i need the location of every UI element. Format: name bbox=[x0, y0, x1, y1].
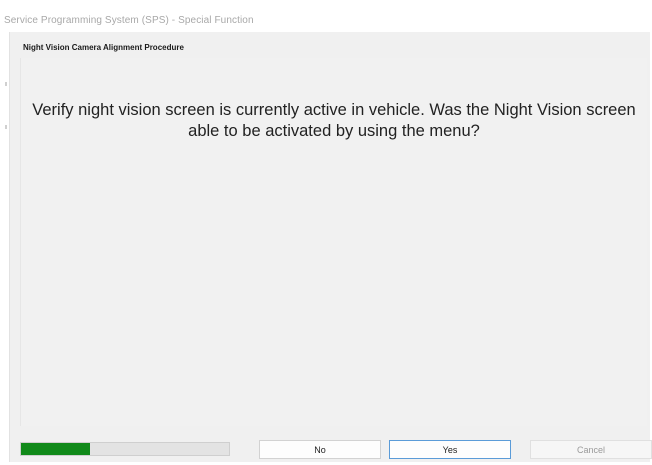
title-bar: Service Programming System (SPS) - Speci… bbox=[0, 0, 652, 32]
footer-bar: No Yes Cancel bbox=[10, 430, 652, 462]
yes-button[interactable]: Yes bbox=[389, 440, 511, 459]
progress-bar bbox=[20, 442, 230, 456]
progress-fill bbox=[21, 443, 90, 455]
no-button[interactable]: No bbox=[259, 440, 381, 459]
prompt-message: Verify night vision screen is currently … bbox=[32, 101, 636, 140]
window-title: Service Programming System (SPS) - Speci… bbox=[4, 15, 254, 26]
content-panel: Verify night vision screen is currently … bbox=[20, 58, 647, 426]
procedure-title: Night Vision Camera Alignment Procedure bbox=[23, 43, 184, 52]
cancel-button[interactable]: Cancel bbox=[530, 440, 652, 459]
procedure-header: Night Vision Camera Alignment Procedure bbox=[10, 32, 650, 58]
window-edge-mark bbox=[5, 125, 7, 129]
client-area: Night Vision Camera Alignment Procedure … bbox=[9, 32, 652, 462]
sps-window: Service Programming System (SPS) - Speci… bbox=[0, 0, 652, 465]
window-edge-mark bbox=[5, 82, 7, 86]
